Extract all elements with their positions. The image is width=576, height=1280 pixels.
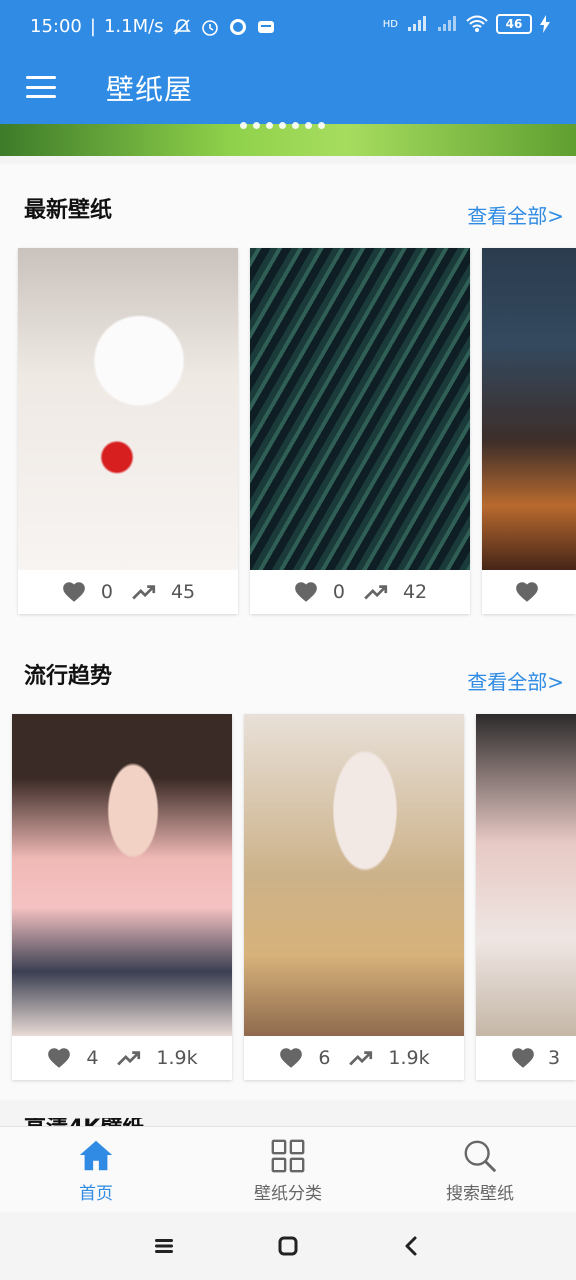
carousel-dot	[305, 122, 312, 129]
heart-icon[interactable]	[278, 1045, 304, 1071]
heart-icon[interactable]	[46, 1045, 72, 1071]
recent-apps-icon[interactable]	[150, 1232, 178, 1260]
carousel-dot	[240, 122, 247, 129]
wifi-icon	[466, 15, 488, 32]
view-count: 45	[170, 581, 196, 603]
nav-label: 壁纸分类	[254, 1184, 322, 1204]
view-count: 42	[402, 581, 428, 603]
app-bar: 壁纸屋	[0, 56, 576, 124]
next-section-title-peek: 高清4K壁纸	[24, 1118, 144, 1126]
hd-label: HD	[382, 18, 398, 30]
carousel-dots	[240, 122, 325, 129]
status-time: 15:00	[30, 16, 82, 37]
wallpaper-thumbnail	[476, 714, 576, 1036]
system-nav-bar	[0, 1212, 576, 1280]
wallpaper-thumbnail	[18, 248, 238, 570]
banner-carousel[interactable]	[0, 122, 576, 156]
wallpaper-thumbnail	[244, 714, 464, 1036]
wallpaper-card[interactable]: 0 45	[18, 248, 238, 614]
carousel-dot	[279, 122, 286, 129]
nav-label: 搜索壁纸	[446, 1184, 514, 1204]
back-icon[interactable]	[398, 1232, 426, 1260]
trending-icon	[349, 1051, 373, 1066]
like-count: 4	[86, 1047, 99, 1069]
app-notification-icon	[229, 18, 246, 35]
trending-icon	[364, 585, 388, 600]
wallpaper-card[interactable]: 6 1.9k	[244, 714, 464, 1080]
view-count: 1.9k	[156, 1047, 198, 1069]
heart-icon[interactable]	[510, 1045, 536, 1071]
like-count: 3	[548, 1047, 561, 1069]
home-icon	[79, 1140, 113, 1171]
like-count: 6	[318, 1047, 331, 1069]
grid-icon	[271, 1139, 305, 1173]
section-title: 最新壁纸	[24, 198, 113, 223]
status-bar: 15:00 | 1.1M/s HD 46	[0, 0, 576, 56]
nav-label: 首页	[79, 1184, 113, 1204]
wallpaper-card[interactable]: 3	[476, 714, 576, 1080]
latest-wallpapers-section: 最新壁纸 查看全部> 0 45 0 42	[0, 164, 576, 630]
status-speed: 1.1M/s	[103, 16, 164, 37]
see-all-link[interactable]: 查看全部>	[467, 666, 564, 695]
trending-icon	[117, 1051, 141, 1066]
see-all-link[interactable]: 查看全部>	[467, 200, 564, 229]
nav-categories[interactable]: 壁纸分类	[208, 1137, 368, 1207]
bottom-navigation: 首页 壁纸分类 搜索壁纸	[0, 1126, 576, 1212]
mute-bell-icon	[172, 18, 191, 35]
battery-indicator: 46	[496, 14, 532, 34]
carousel-dot	[266, 122, 273, 129]
wallpaper-card[interactable]: 0 42	[250, 248, 470, 614]
nav-home[interactable]: 首页	[16, 1137, 176, 1207]
trending-icon	[132, 585, 156, 600]
charging-icon	[540, 15, 550, 33]
wallpaper-thumbnail	[12, 714, 232, 1036]
signal-icon	[408, 16, 426, 31]
menu-icon[interactable]	[26, 72, 56, 102]
search-icon	[464, 1140, 497, 1173]
like-count: 0	[100, 581, 113, 603]
home-button-icon[interactable]	[274, 1232, 302, 1260]
section-title: 流行趋势	[24, 664, 113, 689]
heart-icon[interactable]	[61, 579, 87, 605]
like-count: 0	[332, 581, 345, 603]
heart-icon[interactable]	[514, 579, 540, 605]
carousel-dot	[318, 122, 325, 129]
heart-icon[interactable]	[293, 579, 319, 605]
carousel-dot	[253, 122, 260, 129]
wallpaper-thumbnail	[250, 248, 470, 570]
nav-search[interactable]: 搜索壁纸	[400, 1137, 560, 1207]
view-count: 1.9k	[388, 1047, 430, 1069]
alarm-icon	[201, 19, 218, 36]
signal-2-icon	[438, 16, 456, 31]
wallpaper-thumbnail	[482, 248, 576, 570]
carousel-dot	[292, 122, 299, 129]
wallpaper-card[interactable]	[482, 248, 576, 614]
wallpaper-card[interactable]: 4 1.9k	[12, 714, 232, 1080]
app-title: 壁纸屋	[106, 73, 194, 106]
message-icon	[257, 20, 274, 33]
trending-section: 流行趋势 查看全部> 4 1.9k 6 1.9k 3	[0, 630, 576, 1100]
